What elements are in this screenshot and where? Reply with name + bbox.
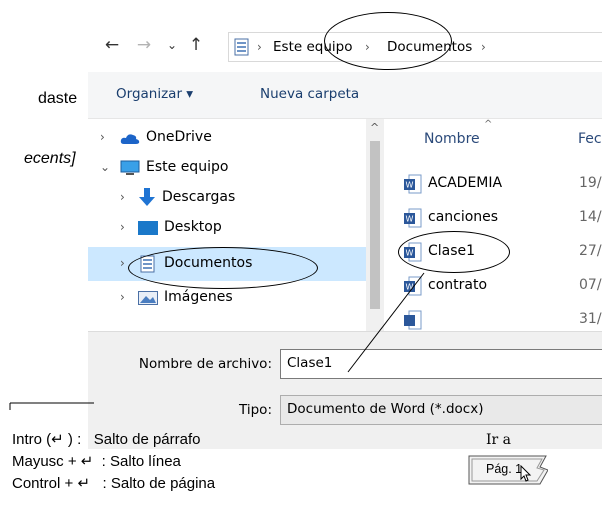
notes-top-rule (9, 402, 94, 410)
shortcut-note-control: Control + ↵ : Salto de página (12, 475, 216, 492)
shortcut-note-mayusc: Mayusc + ↵ : Salto línea (12, 453, 181, 470)
doc-text-fragment-2: ecents] (24, 150, 76, 167)
save-dialog: ← → ⌄ ↑ › Este equipo › Documentos › Org… (88, 0, 602, 449)
goto-label: Ir a (486, 432, 512, 448)
shortcut-note-intro: Intro (↵ ) : Salto de párrafo (12, 431, 201, 448)
mouse-cursor-icon (520, 465, 532, 482)
goto-page-button[interactable]: Pág. 1 (468, 455, 548, 485)
goto-page-text: Pág. 1 (486, 462, 523, 476)
callout-connector-line (347, 272, 425, 373)
doc-text-fragment-1: daste (38, 90, 78, 107)
